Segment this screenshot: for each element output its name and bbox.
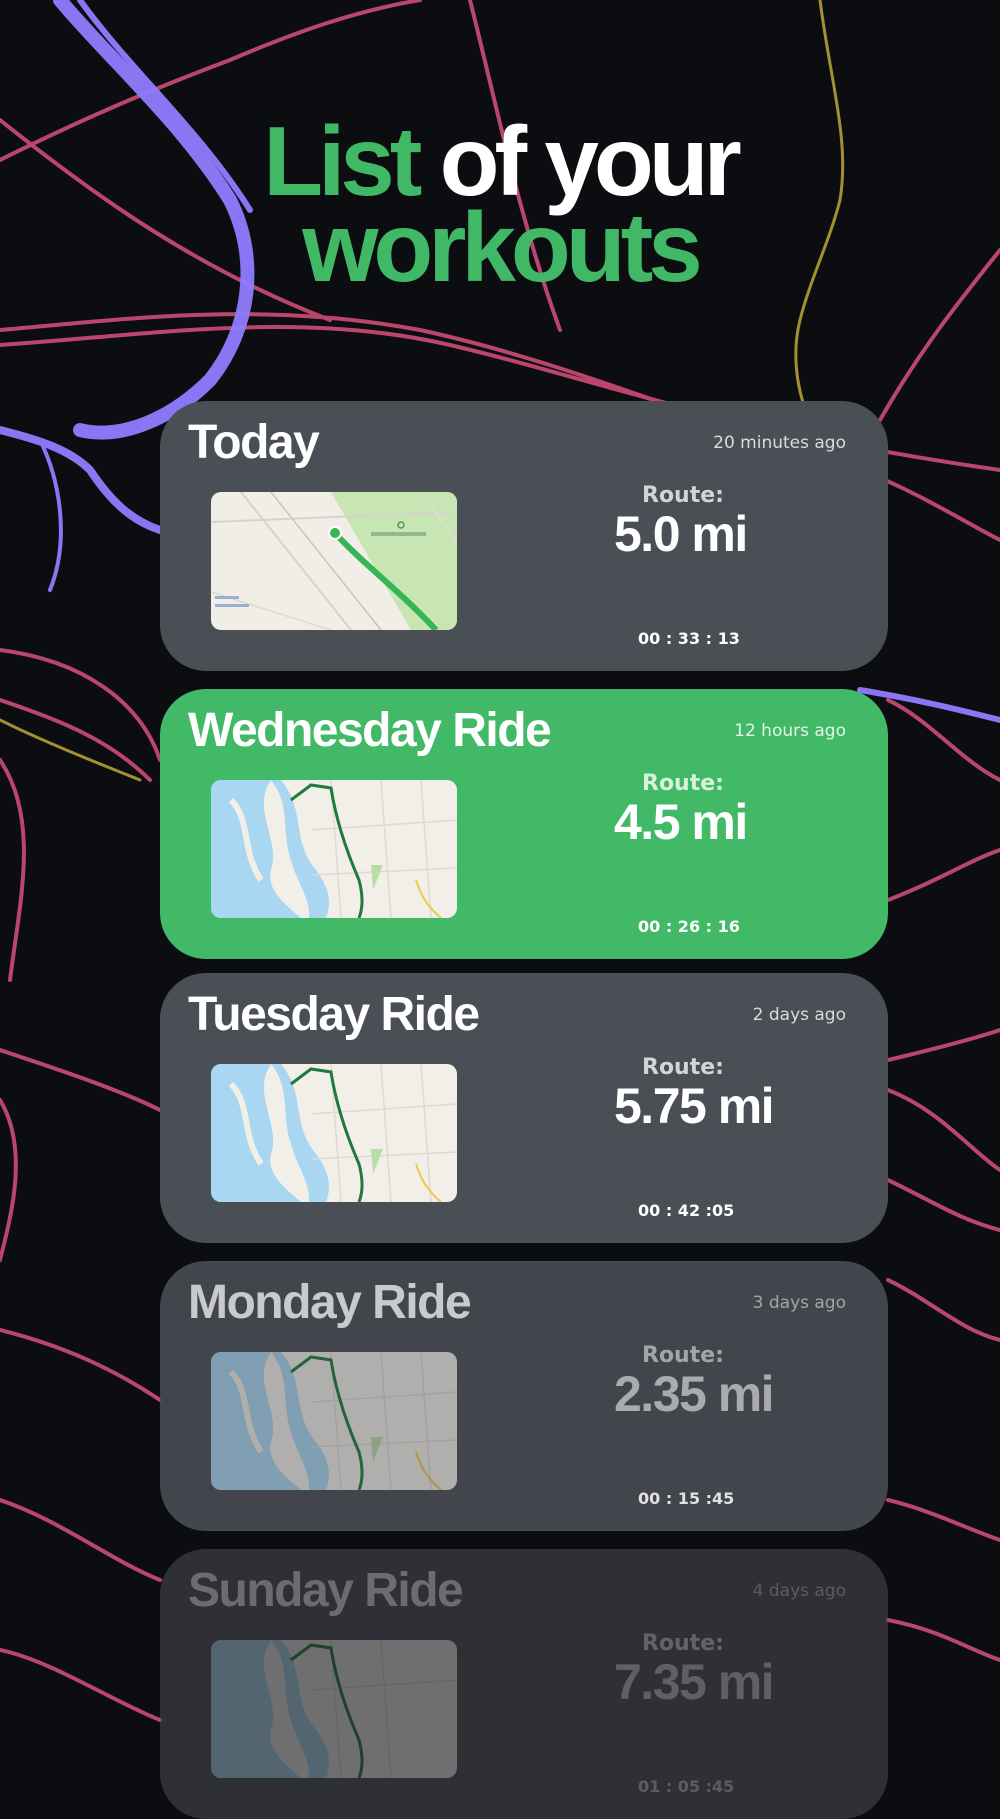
workout-time-ago: 12 hours ago: [734, 721, 846, 741]
page-title: List of your workouts: [0, 112, 1000, 302]
workout-card-tuesday[interactable]: Tuesday Ride 2 days ago Route: 5.75 mi 0…: [160, 973, 888, 1243]
river-map-thumbnail: [211, 1640, 457, 1778]
workout-name: Today: [188, 416, 320, 469]
workout-time-ago: 4 days ago: [752, 1581, 846, 1601]
workout-card-today[interactable]: Today 20 minutes ago Route: 5.0 mi 00 : …: [160, 401, 888, 671]
workout-name: Tuesday Ride: [188, 988, 480, 1041]
workout-time-ago: 3 days ago: [752, 1293, 846, 1313]
workout-name: Wednesday Ride: [188, 704, 552, 757]
workout-card-monday[interactable]: Monday Ride 3 days ago Route: 2.35 mi 00…: [160, 1261, 888, 1531]
route-distance: 5.75 mi: [614, 1078, 775, 1134]
workout-time-ago: 20 minutes ago: [713, 433, 846, 453]
river-map-thumbnail: [211, 780, 457, 918]
workout-name: Monday Ride: [188, 1276, 472, 1329]
workout-duration: 00 : 42 :05: [638, 1201, 735, 1220]
workout-duration: 01 : 05 :45: [638, 1777, 735, 1796]
workout-duration: 00 : 26 : 16: [638, 917, 740, 936]
river-map-thumbnail: [211, 1352, 457, 1490]
workout-duration: 00 : 15 :45: [638, 1489, 735, 1508]
workout-time-ago: 2 days ago: [752, 1005, 846, 1025]
workout-name: Sunday Ride: [188, 1564, 464, 1617]
workout-card-wednesday[interactable]: Wednesday Ride 12 hours ago Route: 4.5 m…: [160, 689, 888, 959]
workout-card-sunday[interactable]: Sunday Ride 4 days ago Route: 7.35 mi 01…: [160, 1549, 888, 1819]
route-distance: 5.0 mi: [614, 506, 748, 562]
route-distance: 7.35 mi: [614, 1654, 775, 1710]
park-map-thumbnail: [211, 492, 457, 630]
route-distance: 4.5 mi: [614, 794, 748, 850]
route-distance: 2.35 mi: [614, 1366, 775, 1422]
workout-duration: 00 : 33 : 13: [638, 629, 740, 648]
river-map-thumbnail: [211, 1064, 457, 1202]
title-line2: workouts: [302, 192, 703, 302]
